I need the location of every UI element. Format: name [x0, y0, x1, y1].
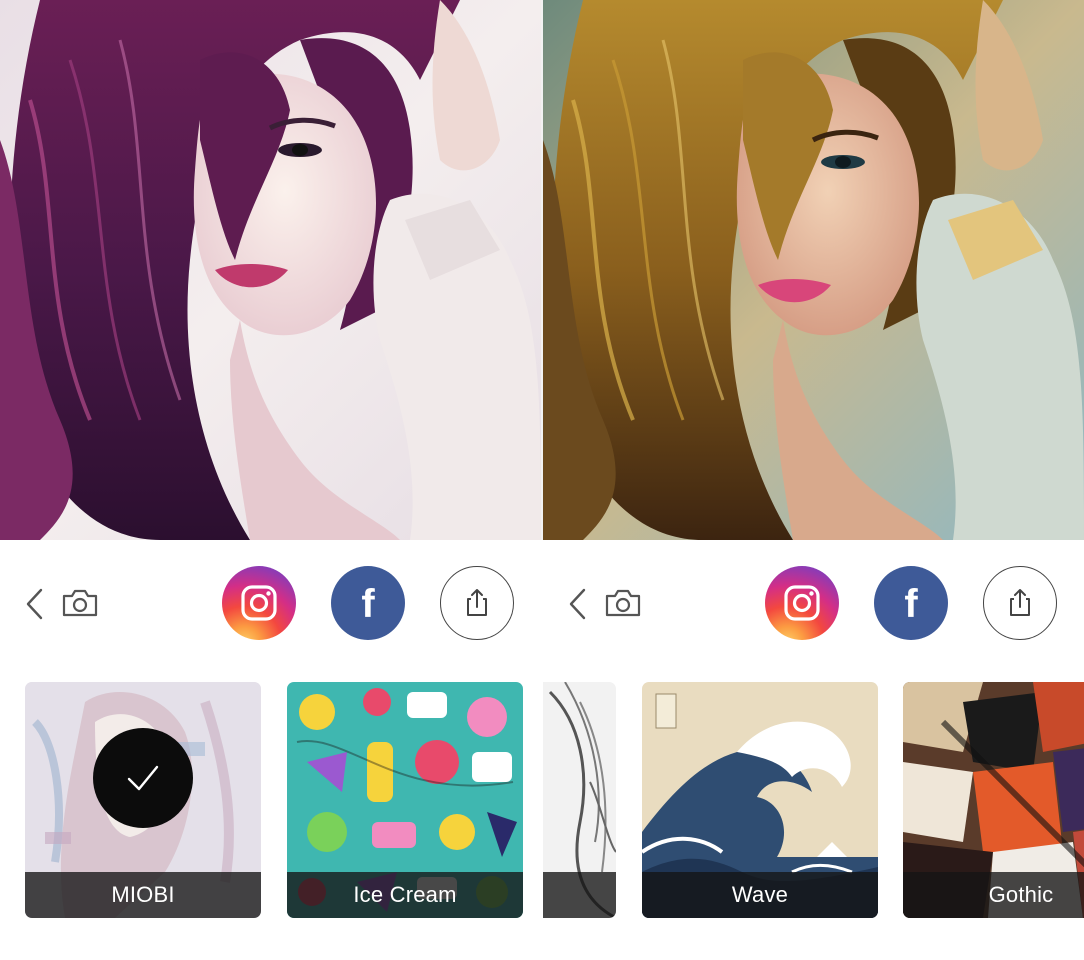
facebook-share-button[interactable]: f: [331, 566, 405, 640]
portrait-artwork-right: [543, 0, 1084, 540]
filter-label-bar: Ice Cream: [287, 872, 523, 918]
stylized-photo-right: [543, 0, 1084, 540]
portrait-artwork-left: [0, 0, 541, 540]
chevron-left-icon[interactable]: [565, 588, 591, 620]
facebook-icon: f: [361, 582, 375, 626]
filter-label-bar: Wave: [642, 872, 878, 918]
instagram-share-button[interactable]: [222, 566, 296, 640]
left-panel: f MIOBI Ice Cream: [0, 0, 541, 960]
filter-label: Wave: [731, 882, 789, 907]
filter-card-wave[interactable]: Wave: [642, 682, 878, 918]
share-button[interactable]: [440, 566, 514, 640]
share-button[interactable]: [983, 566, 1057, 640]
filter-card-miobi[interactable]: MIOBI: [25, 682, 261, 918]
instagram-icon: [784, 585, 820, 621]
filter-label: MIOBI: [111, 882, 175, 907]
filter-label-bar: MIOBI: [25, 872, 261, 918]
chevron-left-icon[interactable]: [22, 588, 48, 620]
camera-icon[interactable]: [60, 587, 100, 619]
filter-card-sketch[interactable]: [543, 682, 616, 918]
filter-card-gothic[interactable]: Gothic: [903, 682, 1084, 918]
stylized-photo-left: [0, 0, 541, 540]
instagram-share-button[interactable]: [765, 566, 839, 640]
facebook-share-button[interactable]: f: [874, 566, 948, 640]
share-icon: [467, 589, 487, 616]
camera-icon[interactable]: [603, 587, 643, 619]
facebook-icon: f: [904, 582, 918, 626]
filter-label: Gothic: [988, 882, 1054, 907]
share-icon: [1010, 589, 1030, 616]
filter-label: Ice Cream: [353, 882, 457, 907]
checkmark-icon: [127, 765, 159, 791]
selected-check: [93, 728, 193, 828]
filter-card-ice-cream[interactable]: Ice Cream: [287, 682, 523, 918]
filter-label-bar: [543, 872, 616, 918]
right-panel: f Wave Gothic: [543, 0, 1084, 960]
filter-label-bar: Gothic: [903, 872, 1084, 918]
instagram-icon: [241, 585, 277, 621]
